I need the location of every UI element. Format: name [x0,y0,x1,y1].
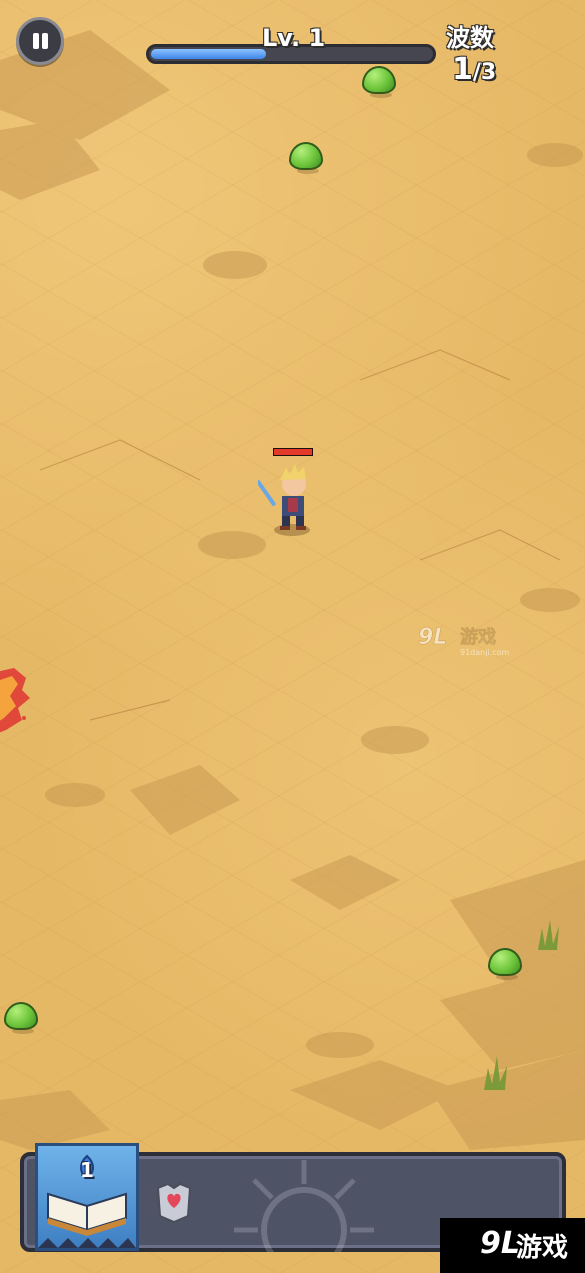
watermark-url: 91danji.com [460,648,510,657]
wave-counter: 1/3 [452,52,496,87]
wave-current: 1 [452,52,473,87]
hero-icon [255,464,310,536]
watermark-logo: 9L 游戏 91danji.com [418,625,510,657]
level-label: Lv. 1 [262,24,326,52]
wave-title: 波数 [446,24,494,52]
svg-text:9L: 9L [418,625,447,650]
fire-enemy-icon [0,668,30,733]
experience-bar-fill [151,49,266,59]
spellbook-level: 1 [80,1158,94,1182]
watermark-brand: 游戏 [460,626,496,648]
site-logo-number: 9L [480,1226,520,1261]
hero-health-bar [273,448,313,456]
site-logo-text: 游戏 [516,1233,569,1263]
hero-character [255,448,322,540]
pause-icon [33,33,39,49]
sun-emblem-icon [234,1160,374,1252]
armor-heart-icon[interactable] [154,1180,194,1224]
pause-button[interactable] [16,17,64,65]
wave-total: /3 [472,60,497,85]
